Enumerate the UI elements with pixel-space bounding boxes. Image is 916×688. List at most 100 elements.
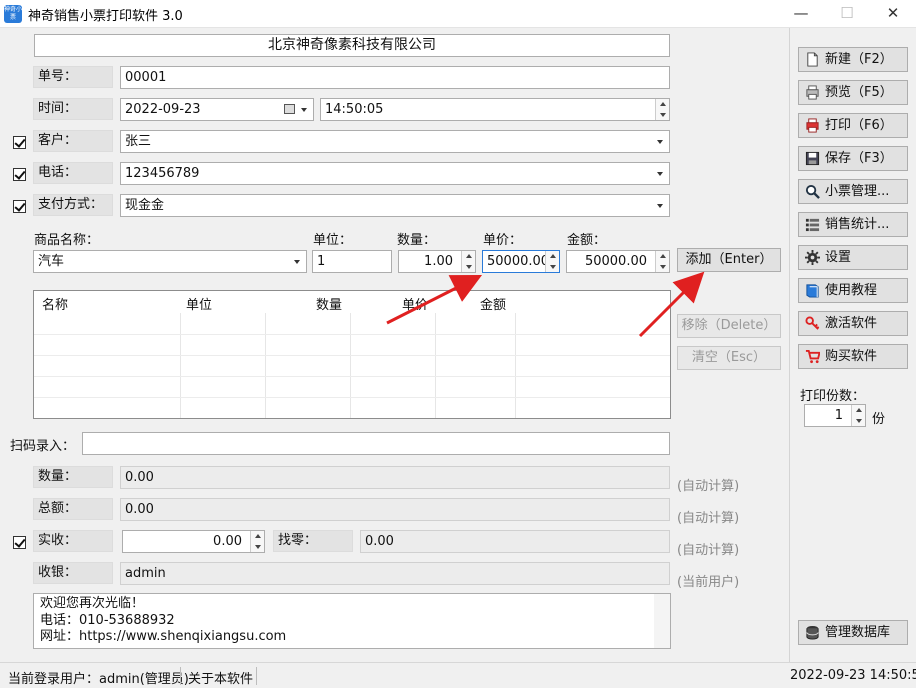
time-spinner[interactable] (655, 99, 669, 120)
db-manage-label: 管理数据库 (825, 625, 891, 640)
key-icon (805, 316, 820, 330)
clear-items-button[interactable]: 清空（Esc） (677, 346, 781, 370)
total-amount-label: 总额： (33, 498, 113, 520)
sales-stats-button[interactable]: 销售统计... (798, 212, 908, 237)
title-bar: 神奇小票 神奇销售小票打印软件 3.0 — ☐ ✕ (0, 0, 916, 28)
amount-value: 50000.00 (584, 254, 647, 269)
window-title: 神奇销售小票打印软件 3.0 (28, 9, 183, 24)
date-picker[interactable]: 2022-09-23 (120, 98, 314, 121)
column-header-price[interactable]: 单价 (402, 294, 428, 313)
paid-label: 实收： (33, 530, 113, 552)
printer-icon (806, 118, 819, 133)
qty-spinner[interactable] (461, 251, 475, 272)
column-header-qty[interactable]: 数量 (316, 294, 342, 313)
copies-value: 1 (834, 408, 843, 423)
db-manage-button[interactable]: 管理数据库 (798, 620, 908, 645)
database-icon (806, 625, 819, 640)
grid-row-line (34, 355, 670, 356)
tutorial-button[interactable]: 使用教程 (798, 278, 908, 303)
grid-divider (515, 313, 516, 418)
product-name-label: 商品名称： (34, 233, 100, 248)
order-no-field[interactable]: 00001 (120, 66, 670, 89)
footer-note-line: 电话：010-53688932 (40, 612, 175, 628)
payment-select[interactable]: 现金金 (120, 194, 670, 217)
status-bar: 当前登录用户：admin(管理员) 关于本软件 2022-09-23 14:50… (0, 662, 916, 688)
unit-field[interactable]: 1 (312, 250, 392, 273)
paid-value: 0.00 (213, 534, 242, 549)
gear-icon (805, 250, 820, 265)
current-user-status: 当前登录用户：admin(管理员) (8, 672, 189, 687)
footer-note-line: 欢迎您再次光临！ (40, 596, 145, 611)
qty-value: 1.00 (424, 254, 453, 269)
price-label: 单价： (483, 233, 523, 248)
time-field[interactable]: 14:50:05 (320, 98, 670, 121)
phone-label: 电话： (33, 162, 113, 184)
phone-checkbox[interactable] (13, 168, 26, 181)
price-spinner[interactable] (545, 251, 559, 272)
price-stepper[interactable]: 50000.00 (482, 250, 560, 273)
time-label: 时间： (33, 98, 113, 120)
new-button-label: 新建（F2） (825, 52, 893, 67)
customer-checkbox[interactable] (13, 136, 26, 149)
items-table[interactable]: 名称 单位 数量 单价 金额 (33, 290, 671, 419)
save-icon (805, 151, 820, 166)
preview-button[interactable]: 预览（F5） (798, 80, 908, 105)
settings-button[interactable]: 设置 (798, 245, 908, 270)
status-datetime: 2022-09-23 14:50:59 (790, 668, 916, 683)
column-header-name[interactable]: 名称 (42, 294, 68, 313)
paid-spinner[interactable] (250, 531, 264, 552)
cashier-field: admin (120, 562, 670, 585)
chevron-down-icon[interactable] (301, 108, 307, 112)
minimize-button[interactable]: — (778, 0, 824, 28)
company-name-field[interactable]: 北京神奇像素科技有限公司 (34, 34, 670, 57)
ticket-manage-button[interactable]: 小票管理... (798, 179, 908, 204)
total-qty-label: 数量： (33, 466, 113, 488)
change-field: 0.00 (360, 530, 670, 553)
calendar-icon[interactable] (284, 104, 295, 114)
activate-button[interactable]: 激活软件 (798, 311, 908, 336)
total-qty-field: 0.00 (120, 466, 670, 489)
customer-select[interactable]: 张三 (120, 130, 670, 153)
chevron-down-icon[interactable] (657, 140, 663, 144)
amount-stepper[interactable]: 50000.00 (566, 250, 670, 273)
time-value: 14:50:05 (325, 102, 384, 117)
amount-spinner[interactable] (655, 251, 669, 272)
add-item-button[interactable]: 添加（Enter） (677, 248, 781, 272)
date-value: 2022-09-23 (125, 102, 201, 117)
phone-select[interactable]: 123456789 (120, 162, 670, 185)
copies-spinner[interactable] (851, 405, 865, 426)
maximize-button[interactable]: ☐ (824, 0, 870, 28)
auto-calc-hint: (自动计算) (677, 543, 740, 558)
chevron-down-icon[interactable] (294, 260, 300, 264)
cart-icon (805, 349, 820, 364)
chevron-down-icon[interactable] (657, 204, 663, 208)
column-header-unit[interactable]: 单位 (186, 294, 212, 313)
order-no-label: 单号： (33, 66, 113, 88)
total-amount-field: 0.00 (120, 498, 670, 521)
scan-label: 扫码录入： (10, 439, 76, 454)
print-button[interactable]: 打印（F6） (798, 113, 908, 138)
qty-stepper[interactable]: 1.00 (398, 250, 476, 273)
buy-button[interactable]: 购买软件 (798, 344, 908, 369)
copies-stepper[interactable]: 1 (804, 404, 866, 427)
status-divider (180, 667, 181, 685)
grid-divider (350, 313, 351, 418)
sidebar: 新建（F2） 预览（F5） 打印（F6） 保存（F3） 小票管理... 销售统计… (789, 28, 916, 662)
column-header-amount[interactable]: 金额 (480, 294, 506, 313)
about-link[interactable]: 关于本软件 (188, 668, 253, 687)
paid-stepper[interactable]: 0.00 (122, 530, 265, 553)
close-button[interactable]: ✕ (870, 0, 916, 28)
main-panel: 北京神奇像素科技有限公司 单号： 00001 时间： 2022-09-23 14… (0, 28, 789, 662)
textarea-scrollbar[interactable] (654, 594, 670, 648)
product-name-select[interactable]: 汽车 (33, 250, 307, 273)
buy-label: 购买软件 (825, 349, 878, 364)
payment-checkbox[interactable] (13, 200, 26, 213)
grid-row-line (34, 376, 670, 377)
paid-checkbox[interactable] (13, 536, 26, 549)
scan-input[interactable] (82, 432, 670, 455)
footer-note-textarea[interactable]: 欢迎您再次光临！ 电话：010-53688932 网址：https://www.… (33, 593, 671, 649)
chevron-down-icon[interactable] (657, 172, 663, 176)
new-button[interactable]: 新建（F2） (798, 47, 908, 72)
save-button[interactable]: 保存（F3） (798, 146, 908, 171)
remove-item-button[interactable]: 移除（Delete） (677, 314, 781, 338)
